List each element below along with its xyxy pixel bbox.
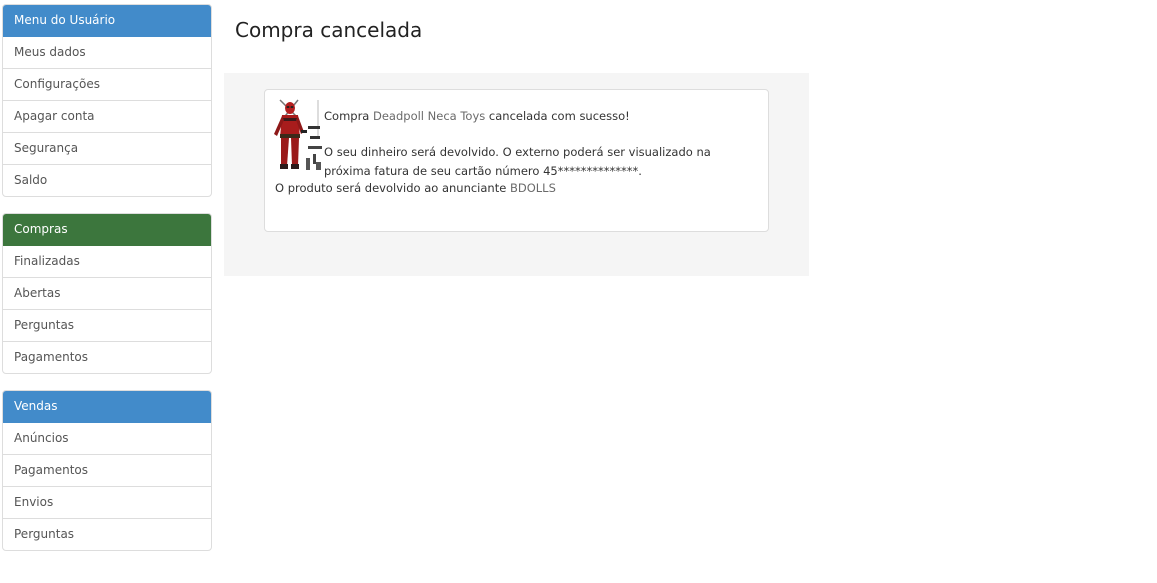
seller-link[interactable]: BDOLLS bbox=[510, 181, 556, 195]
purchases-item-finalizadas[interactable]: Finalizadas bbox=[3, 246, 211, 277]
message-prefix: Compra bbox=[324, 109, 373, 123]
sidebar: Menu do Usuário Meus dados Configurações… bbox=[2, 4, 212, 567]
menu-item-saldo[interactable]: Saldo bbox=[3, 164, 211, 196]
action-figure-image bbox=[274, 99, 322, 170]
content-well: Compra Deadpoll Neca Toys cancelada com … bbox=[224, 73, 809, 276]
menu-item-meus-dados[interactable]: Meus dados bbox=[3, 37, 211, 68]
user-menu-heading: Menu do Usuário bbox=[3, 5, 211, 37]
sales-item-pagamentos[interactable]: Pagamentos bbox=[3, 454, 211, 486]
cancellation-card: Compra Deadpoll Neca Toys cancelada com … bbox=[264, 89, 769, 232]
refund-text: O seu dinheiro será devolvido. O externo… bbox=[324, 145, 711, 178]
sales-item-anuncios[interactable]: Anúncios bbox=[3, 423, 211, 454]
sales-item-perguntas[interactable]: Perguntas bbox=[3, 518, 211, 550]
seller-prefix: O produto será devolvido ao anunciante bbox=[275, 181, 510, 195]
product-link[interactable]: Deadpoll Neca Toys bbox=[373, 109, 485, 123]
message-suffix: cancelada com sucesso! bbox=[485, 109, 630, 123]
sales-item-envios[interactable]: Envios bbox=[3, 486, 211, 518]
purchases-item-pagamentos[interactable]: Pagamentos bbox=[3, 341, 211, 373]
menu-item-seguranca[interactable]: Segurança bbox=[3, 132, 211, 164]
purchases-heading: Compras bbox=[3, 214, 211, 246]
seller-line: O produto será devolvido ao anunciante B… bbox=[275, 181, 556, 195]
cancellation-line: Compra Deadpoll Neca Toys cancelada com … bbox=[324, 107, 760, 126]
purchases-panel: Compras Finalizadas Abertas Perguntas Pa… bbox=[2, 213, 212, 374]
user-menu-panel: Menu do Usuário Meus dados Configurações… bbox=[2, 4, 212, 197]
sales-heading: Vendas bbox=[3, 391, 211, 423]
page-title: Compra cancelada bbox=[235, 18, 423, 42]
menu-item-apagar-conta[interactable]: Apagar conta bbox=[3, 100, 211, 132]
sales-panel: Vendas Anúncios Pagamentos Envios Pergun… bbox=[2, 390, 212, 551]
menu-item-configuracoes[interactable]: Configurações bbox=[3, 68, 211, 100]
cancellation-message: Compra Deadpoll Neca Toys cancelada com … bbox=[324, 107, 760, 181]
purchases-item-abertas[interactable]: Abertas bbox=[3, 277, 211, 309]
purchases-item-perguntas[interactable]: Perguntas bbox=[3, 309, 211, 341]
